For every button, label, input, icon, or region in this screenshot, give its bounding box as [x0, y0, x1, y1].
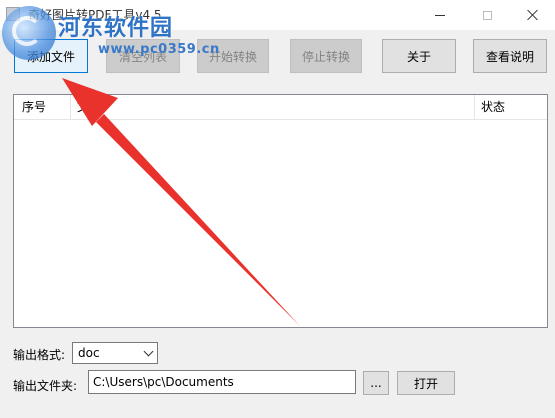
output-folder-label: 输出文件夹:	[13, 379, 78, 393]
maximize-button[interactable]	[464, 0, 510, 30]
start-convert-button[interactable]: 开始转换	[197, 39, 269, 73]
title-bar: 奇好图片转PDF工具v4.5	[0, 0, 555, 30]
open-folder-button[interactable]: 打开	[397, 371, 455, 395]
output-format-label: 输出格式:	[13, 348, 66, 362]
clear-list-button[interactable]: 清空列表	[106, 39, 180, 73]
minimize-icon	[435, 14, 445, 16]
column-header-index[interactable]: 序号	[16, 95, 71, 119]
browse-folder-button[interactable]: ...	[363, 371, 389, 395]
close-button[interactable]	[510, 0, 555, 30]
chevron-down-icon	[143, 346, 154, 357]
window-title: 奇好图片转PDF工具v4.5	[28, 8, 162, 22]
output-format-value: doc	[78, 346, 100, 360]
about-button[interactable]: 关于	[382, 39, 456, 73]
add-files-button[interactable]: 添加文件	[14, 39, 88, 73]
minimize-button[interactable]	[417, 0, 463, 30]
file-list-header: 序号 文件 状态	[14, 95, 547, 120]
file-list[interactable]: 序号 文件 状态	[13, 94, 548, 328]
column-header-file[interactable]: 文件	[71, 95, 475, 119]
output-format-select[interactable]: doc	[72, 342, 158, 364]
app-icon	[6, 7, 20, 21]
column-header-status[interactable]: 状态	[475, 95, 547, 119]
view-help-button[interactable]: 查看说明	[473, 39, 547, 73]
maximize-icon	[482, 10, 492, 20]
close-icon	[527, 9, 539, 21]
stop-convert-button[interactable]: 停止转换	[290, 39, 362, 73]
output-folder-input[interactable]	[88, 370, 356, 394]
